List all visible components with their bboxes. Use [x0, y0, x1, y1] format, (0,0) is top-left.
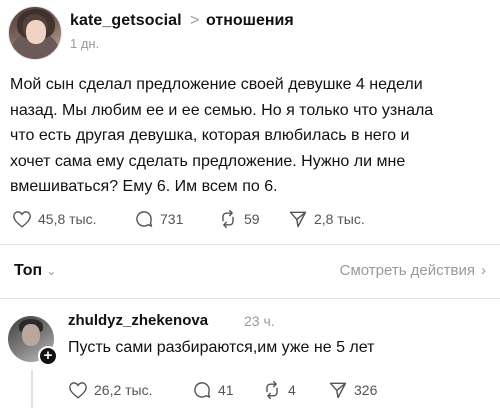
- post-timestamp: 1 дн.: [70, 36, 100, 51]
- view-actions-link[interactable]: Смотреть действия ›: [340, 262, 486, 279]
- reply-share-button[interactable]: 326: [328, 379, 377, 401]
- share-button[interactable]: 2,8 тыс.: [288, 208, 365, 230]
- breadcrumb-separator: >: [190, 12, 200, 29]
- send-icon: [289, 211, 307, 228]
- heart-icon: [13, 211, 31, 228]
- send-icon: [329, 382, 347, 399]
- avatar-face: [22, 324, 40, 346]
- reply-like-button[interactable]: 26,2 тыс.: [68, 379, 153, 401]
- reply-repost-button[interactable]: 4: [262, 379, 296, 401]
- divider: [0, 244, 500, 245]
- repost-icon: [222, 209, 234, 229]
- author-avatar[interactable]: [8, 6, 62, 60]
- repost-count: 59: [244, 211, 260, 227]
- topic-link[interactable]: отношения: [206, 12, 294, 30]
- chevron-right-icon: ›: [481, 262, 486, 279]
- reply-repost-count: 4: [288, 382, 296, 398]
- post-text: Мой сын сделал предложение своей девушке…: [10, 72, 494, 200]
- comment-button[interactable]: 731: [134, 208, 183, 230]
- author-username[interactable]: kate_getsocial: [70, 12, 182, 30]
- repost-button[interactable]: 59: [218, 208, 260, 230]
- like-count: 45,8 тыс.: [38, 211, 97, 227]
- comment-bubble-icon: [194, 382, 211, 398]
- comment-count: 731: [160, 211, 184, 227]
- avatar-face: [26, 20, 46, 44]
- reply-actions: 26,2 тыс. 41 4 326: [0, 379, 500, 401]
- reply-timestamp: 23 ч.: [244, 313, 275, 329]
- comment-bubble-icon: [136, 211, 153, 227]
- reply-comment-count: 41: [218, 382, 234, 398]
- follow-plus-icon[interactable]: +: [38, 346, 58, 366]
- sort-label: Топ: [14, 262, 43, 279]
- post-actions: 45,8 тыс. 731 59 2,8 тыс.: [0, 208, 500, 230]
- post-text-line: что есть другая девушка, которая влюбила…: [10, 127, 410, 144]
- repost-icon: [266, 380, 278, 400]
- reply-like-count: 26,2 тыс.: [94, 382, 153, 398]
- sort-dropdown[interactable]: Топ ⌄: [14, 262, 56, 280]
- reply-text: Пусть сами разбираются,им уже не 5 лет: [68, 339, 375, 356]
- reply-username[interactable]: zhuldyz_zhekenova: [68, 312, 208, 329]
- view-actions-label: Смотреть действия: [339, 262, 475, 279]
- post-text-line: вмешиваться? Ему 6. Им всем по 6.: [10, 178, 278, 195]
- post-header: kate_getsocial > отношения 1 дн.: [0, 0, 500, 64]
- chevron-down-icon: ⌄: [46, 264, 57, 278]
- post-text-line: назад. Мы любим ее и ее семью. Но я толь…: [10, 101, 434, 119]
- post-text-line: Мой сын сделал предложение своей девушке…: [10, 76, 423, 93]
- like-button[interactable]: 45,8 тыс.: [12, 208, 97, 230]
- share-count: 2,8 тыс.: [314, 211, 365, 227]
- post-text-line: хочет сама ему сделать предложение. Нужн…: [10, 152, 406, 170]
- heart-icon: [69, 382, 87, 399]
- divider: [0, 298, 500, 299]
- reply-comment-button[interactable]: 41: [192, 379, 234, 401]
- reply-share-count: 326: [354, 382, 378, 398]
